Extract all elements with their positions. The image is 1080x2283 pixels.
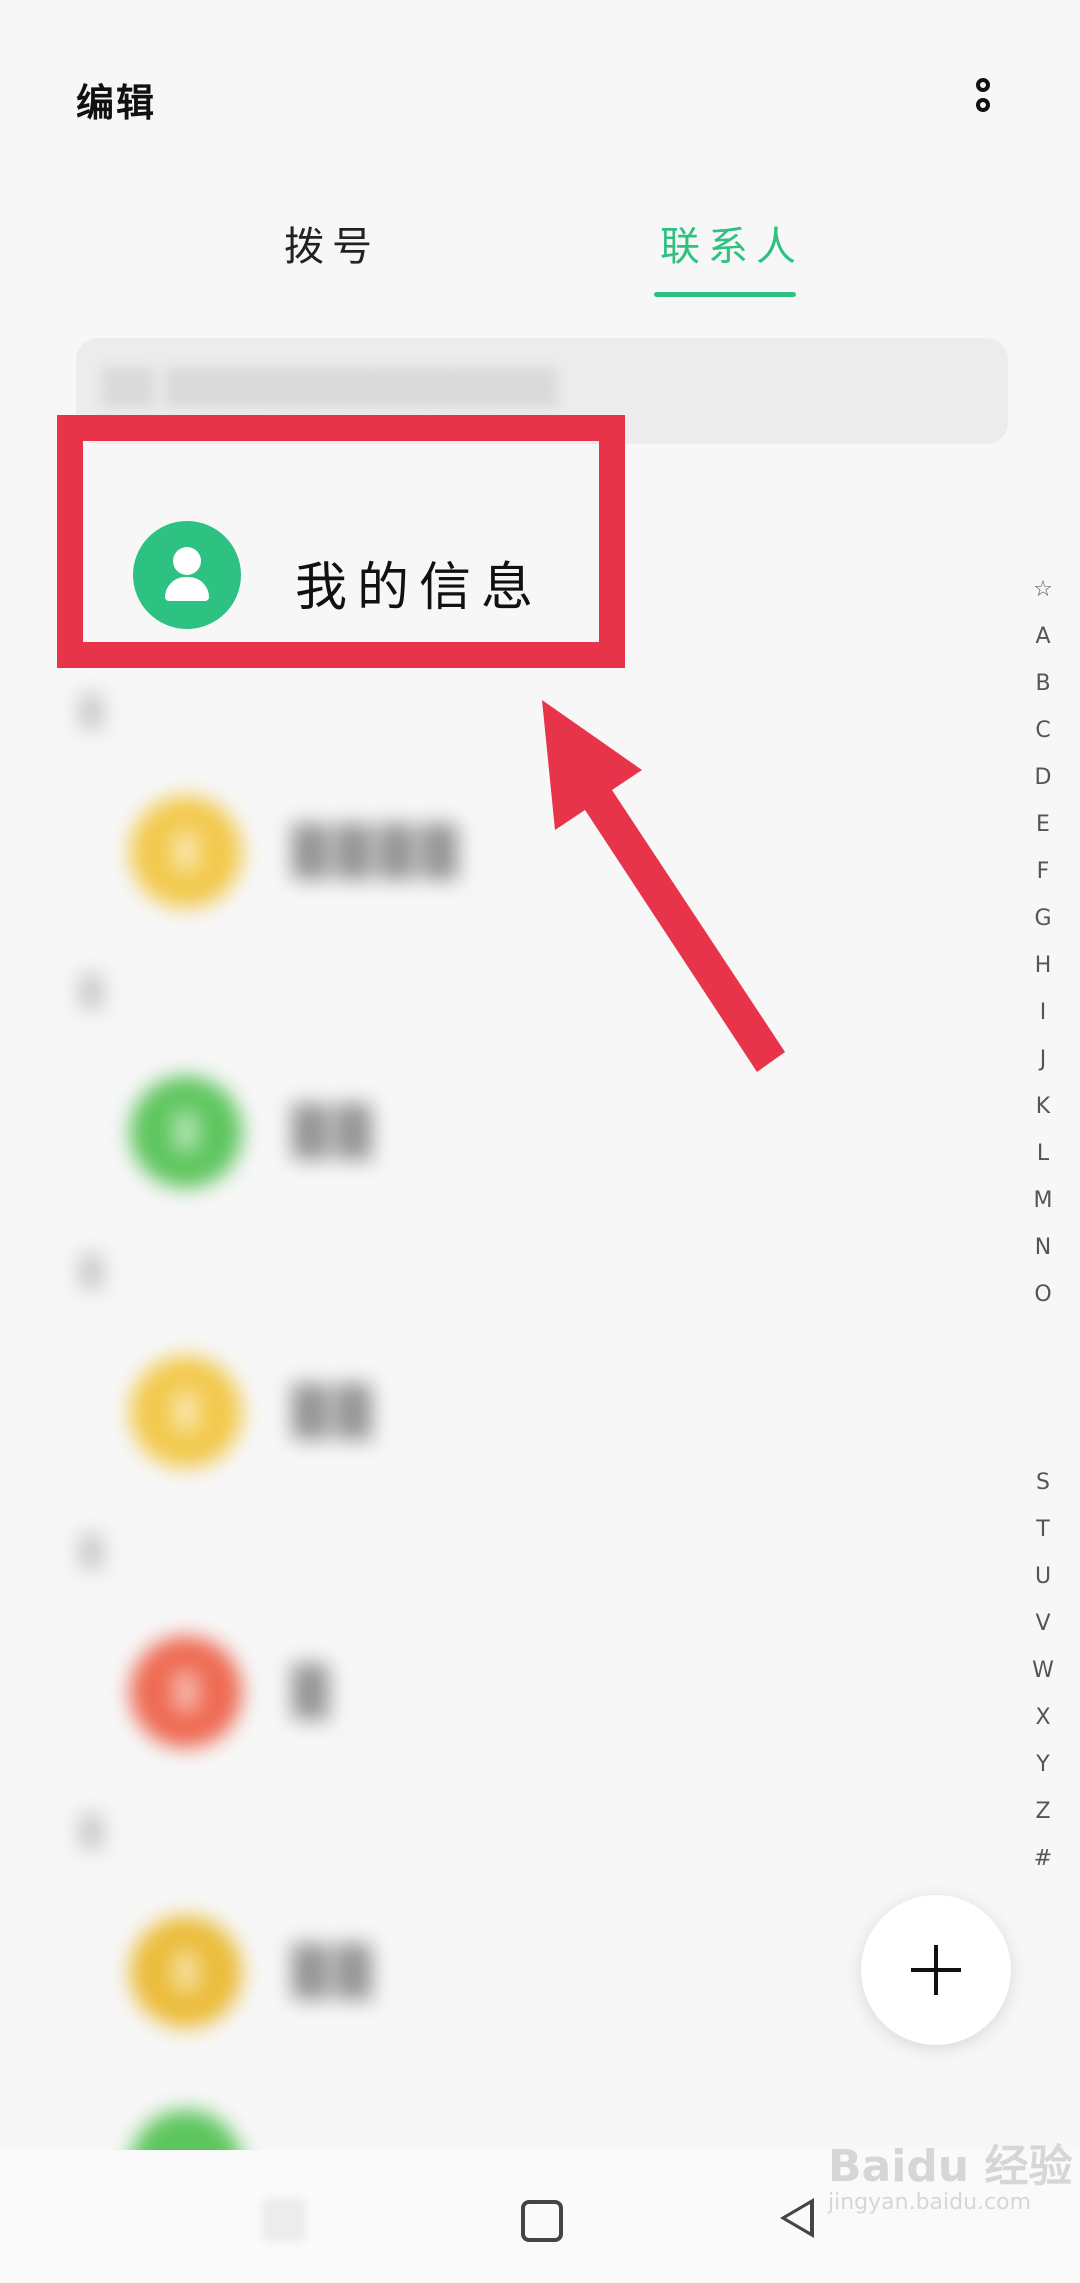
index-letter-star[interactable]: ☆ xyxy=(1028,566,1058,613)
index-letter-S[interactable]: S xyxy=(1028,1459,1058,1506)
index-letter-F[interactable]: F xyxy=(1028,848,1058,895)
index-letter-O[interactable]: O xyxy=(1028,1271,1058,1318)
top-bar: 编辑 xyxy=(0,0,1080,200)
index-letter-H[interactable]: H xyxy=(1028,942,1058,989)
index-letter-G[interactable]: G xyxy=(1028,895,1058,942)
index-letter-N[interactable]: N xyxy=(1028,1224,1058,1271)
tab-dial[interactable]: 拨号 xyxy=(284,214,380,272)
index-letter-X[interactable]: X xyxy=(1028,1694,1058,1741)
index-letter-E[interactable]: E xyxy=(1028,801,1058,848)
highlight-annotation-box xyxy=(57,415,625,668)
section-header: ▒ xyxy=(80,975,104,1010)
contact-name-blurred: ▒▒▒▒ xyxy=(292,824,464,880)
search-placeholder-blurred: ▒▒ ▒▒▒▒▒▒▒▒▒▒▒▒▒▒▒ xyxy=(102,368,558,408)
annotation-arrow-icon xyxy=(542,700,785,1072)
index-letter-C[interactable]: C xyxy=(1028,707,1058,754)
section-header: ▒ xyxy=(80,695,104,730)
active-tab-indicator xyxy=(654,292,796,297)
index-letter-B[interactable]: B xyxy=(1028,660,1058,707)
index-letter-empty[interactable] xyxy=(1028,1412,1058,1459)
contact-name-blurred: ▒▒ xyxy=(292,1944,378,2000)
index-letter-A[interactable]: A xyxy=(1028,613,1058,660)
tab-bar: 拨号 联系人 xyxy=(0,200,1080,310)
watermark-url: jingyan.baidu.com xyxy=(828,2190,1032,2215)
back-icon[interactable] xyxy=(780,2198,814,2238)
contact-name-blurred: ▒▒ xyxy=(292,1384,378,1440)
more-options-icon[interactable] xyxy=(968,78,1000,122)
index-letter-V[interactable]: V xyxy=(1028,1600,1058,1647)
watermark-logo: Baidu 经验 xyxy=(828,2141,1073,2192)
contact-avatar: ▒ xyxy=(130,1636,242,1748)
index-letter-J[interactable]: J xyxy=(1028,1036,1058,1083)
contact-name-blurred: ▒▒ xyxy=(292,1104,378,1160)
index-letter-L[interactable]: L xyxy=(1028,1130,1058,1177)
recent-apps-icon[interactable] xyxy=(262,2198,306,2242)
index-letter-M[interactable]: M xyxy=(1028,1177,1058,1224)
contact-avatar: ▒ xyxy=(130,1076,242,1188)
contact-name-blurred: ▒ xyxy=(292,1664,335,1720)
tab-contacts[interactable]: 联系人 xyxy=(660,214,804,272)
section-header: ▒ xyxy=(80,1255,104,1290)
index-letter-U[interactable]: U xyxy=(1028,1553,1058,1600)
index-letter-Y[interactable]: Y xyxy=(1028,1741,1058,1788)
alphabet-index[interactable]: ☆ A B C D E F G H I J K L M N O S T U V W X Y Z # xyxy=(1028,566,1058,1882)
index-letter-T[interactable]: T xyxy=(1028,1506,1058,1553)
index-letter-W[interactable]: W xyxy=(1028,1647,1058,1694)
index-letter-empty[interactable] xyxy=(1028,1318,1058,1365)
contact-avatar: ▒ xyxy=(130,1356,242,1468)
index-letter-D[interactable]: D xyxy=(1028,754,1058,801)
contact-avatar: ▒ xyxy=(130,796,242,908)
add-contact-button[interactable] xyxy=(861,1895,1011,2045)
index-letter-hash[interactable]: # xyxy=(1028,1835,1058,1882)
index-letter-empty[interactable] xyxy=(1028,1365,1058,1412)
index-letter-Z[interactable]: Z xyxy=(1028,1788,1058,1835)
index-letter-I[interactable]: I xyxy=(1028,989,1058,1036)
contact-avatar: ▒ xyxy=(130,1916,242,2028)
edit-button[interactable]: 编辑 xyxy=(76,72,156,127)
section-header: ▒ xyxy=(80,1535,104,1570)
home-icon[interactable] xyxy=(521,2200,563,2242)
section-header: ▒ xyxy=(80,1815,104,1850)
index-letter-K[interactable]: K xyxy=(1028,1083,1058,1130)
